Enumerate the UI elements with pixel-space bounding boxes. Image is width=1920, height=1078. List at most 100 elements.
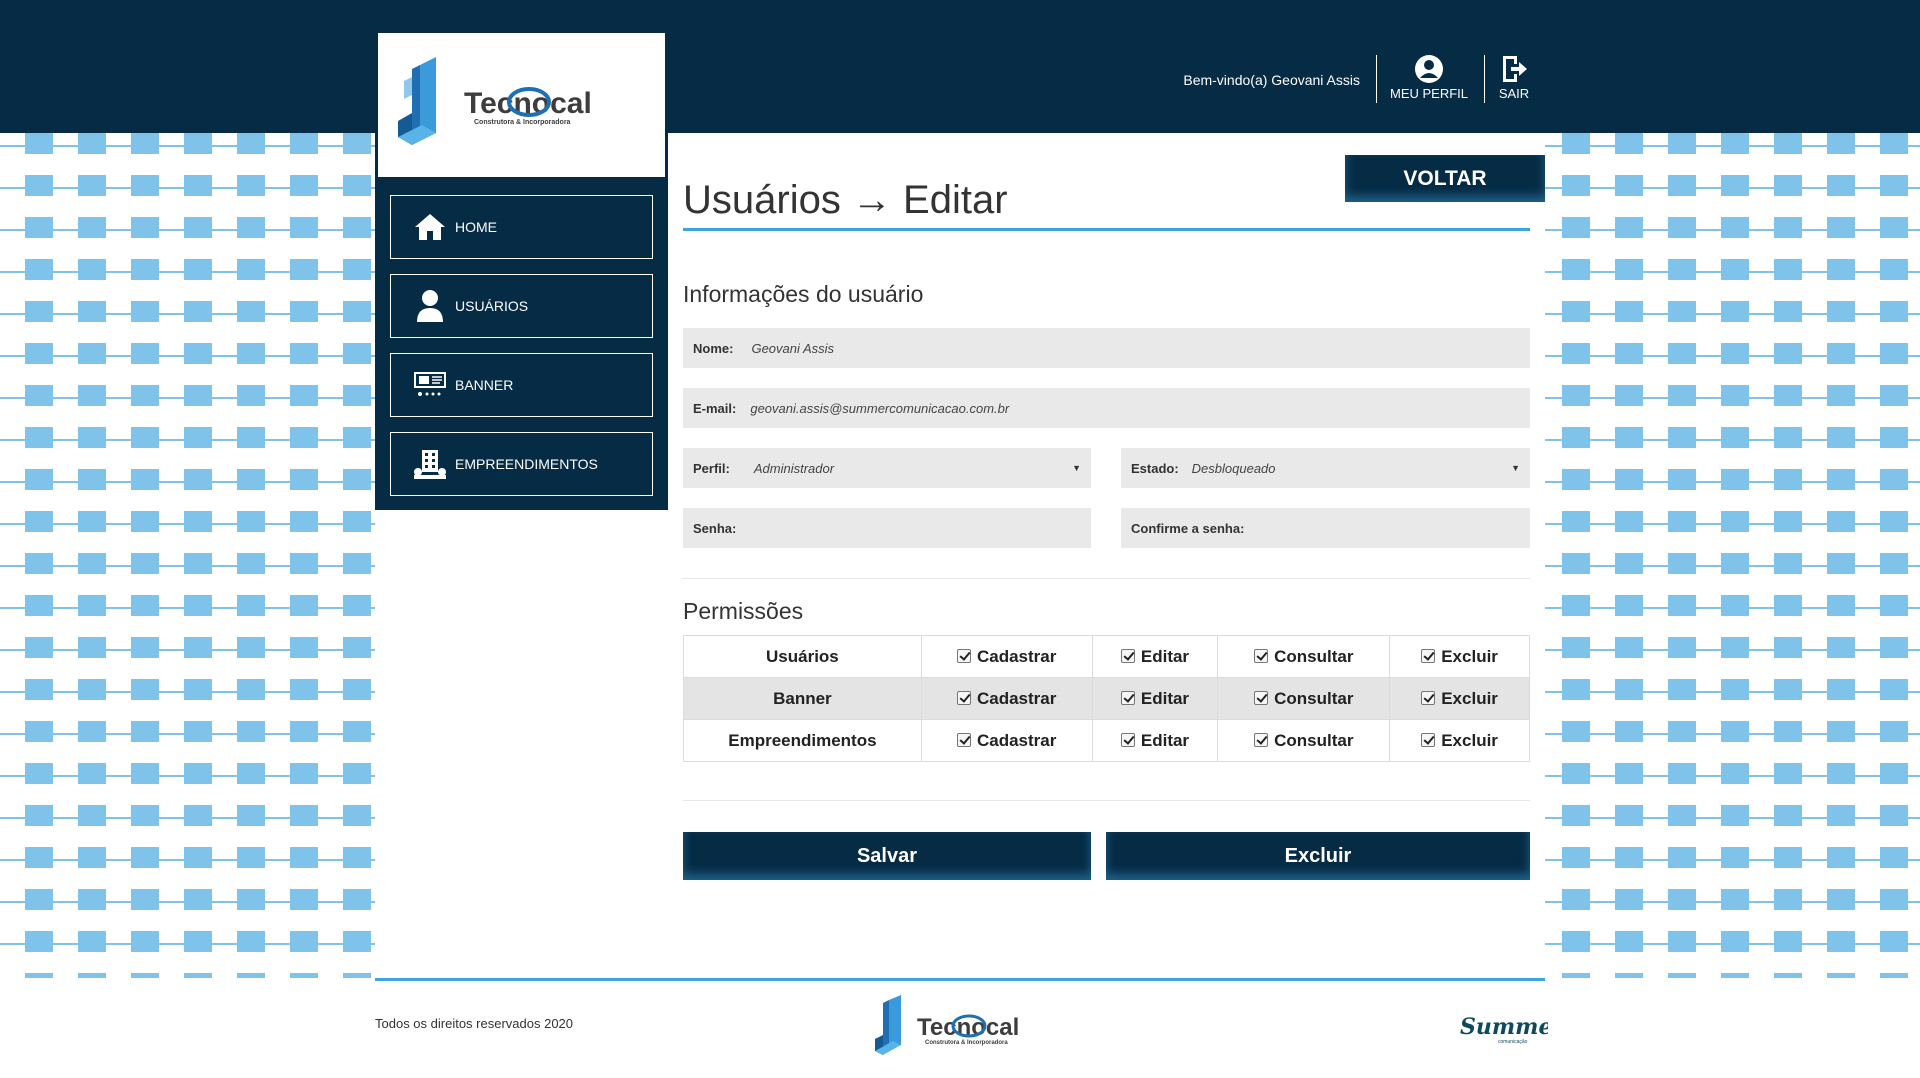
permission-consultar[interactable]: Consultar	[1217, 635, 1391, 678]
summer-logo-mark: Summer comunicação	[1460, 1014, 1565, 1045]
permission-label: Editar	[1140, 688, 1190, 708]
permission-excluir[interactable]: Excluir	[1389, 719, 1530, 762]
sidebar-item-label: HOME	[455, 219, 497, 235]
logout-label: SAIR	[1498, 86, 1530, 101]
title-divider	[683, 228, 1530, 231]
building-icon	[405, 444, 455, 484]
name-field[interactable]: Nome: Geovani Assis	[683, 328, 1530, 368]
checkbox-checked[interactable]	[1120, 648, 1135, 663]
checkbox-checked[interactable]	[956, 690, 971, 705]
header-divider	[1376, 55, 1377, 103]
permission-label: Excluir	[1441, 688, 1498, 708]
checkbox-checked[interactable]	[1254, 732, 1269, 747]
checkbox-checked[interactable]	[956, 732, 971, 747]
password-label: Senha:	[693, 520, 737, 536]
welcome-text: Bem-vindo(a) Geovani Assis	[1183, 72, 1360, 88]
permission-cadastrar[interactable]: Cadastrar	[920, 635, 1093, 678]
home-icon	[405, 207, 455, 247]
page-title: Usuários → Editar	[683, 178, 1008, 222]
permission-label: Editar	[1140, 646, 1190, 666]
confirm-password-field[interactable]: Confirme a senha:	[1121, 508, 1530, 548]
perfil-select[interactable]: Perfil: Administrador ▼	[683, 448, 1091, 488]
checkbox-checked[interactable]	[1254, 648, 1269, 663]
tecnocal-logo: Tecnocal Construtora & Incorporadora	[398, 57, 592, 145]
profile-label: MEU PERFIL	[1389, 86, 1468, 101]
email-field[interactable]: E-mail: geovani.assis@summercomunicacao.…	[683, 388, 1530, 428]
permission-module-name: Empreendimentos	[683, 719, 922, 762]
permission-label: Consultar	[1274, 688, 1354, 708]
header-divider	[1484, 55, 1485, 103]
permission-label: Consultar	[1274, 730, 1354, 750]
section-divider	[683, 578, 1530, 579]
perfil-label: Perfil:	[693, 460, 730, 476]
section-divider	[683, 800, 1530, 801]
footer-logo-tagline: Construtora & Incorporadora	[925, 1040, 1008, 1046]
permission-editar[interactable]: Editar	[1091, 635, 1219, 678]
permission-label: Cadastrar	[976, 730, 1057, 750]
summer-logo-text: Summer	[1460, 1014, 1548, 1040]
profile-button[interactable]: MEU PERFIL	[1388, 54, 1470, 101]
sidebar-item-home[interactable]: HOME	[390, 195, 653, 259]
permission-cadastrar[interactable]: Cadastrar	[920, 719, 1093, 762]
name-value: Geovani Assis	[751, 340, 835, 356]
back-button[interactable]: VOLTAR	[1345, 155, 1545, 202]
summer-logo-tagline: comunicação	[1498, 1039, 1528, 1045]
checkbox-checked[interactable]	[1120, 732, 1135, 747]
footer-divider	[375, 978, 1545, 981]
delete-button[interactable]: Excluir	[1106, 832, 1530, 880]
permission-editar[interactable]: Editar	[1091, 677, 1219, 720]
permission-excluir[interactable]: Excluir	[1389, 635, 1530, 678]
top-header-bar	[0, 0, 1920, 133]
checkbox-checked[interactable]	[1120, 690, 1135, 705]
checkbox-checked[interactable]	[1254, 690, 1269, 705]
sidebar-item-label: EMPREENDIMENTOS	[455, 456, 598, 472]
copyright-text: Todos os direitos reservados 2020	[375, 1016, 574, 1031]
checkbox-checked[interactable]	[956, 648, 971, 663]
banner-icon	[405, 365, 455, 405]
permission-cadastrar[interactable]: Cadastrar	[920, 677, 1093, 720]
permission-label: Editar	[1140, 730, 1190, 750]
chevron-down-icon: ▼	[1511, 463, 1520, 473]
checkbox-checked[interactable]	[1421, 732, 1436, 747]
permission-consultar[interactable]: Consultar	[1217, 719, 1391, 762]
password-field[interactable]: Senha:	[683, 508, 1091, 548]
estado-select[interactable]: Estado: Desbloqueado ▼	[1121, 448, 1530, 488]
sidebar-item-banner[interactable]: BANNER	[390, 353, 653, 417]
permission-label: Cadastrar	[976, 646, 1057, 666]
checkbox-checked[interactable]	[1421, 690, 1436, 705]
permission-module-name: Banner	[683, 677, 922, 720]
table-row: Empreendimentos Cadastrar Editar Consult…	[683, 719, 1530, 762]
permission-editar[interactable]: Editar	[1091, 719, 1219, 762]
checkbox-checked[interactable]	[1421, 648, 1436, 663]
name-label: Nome:	[693, 340, 734, 356]
logo-tagline: Construtora & Incorporadora	[474, 119, 571, 126]
footer-logo: Tecnocal Construtora & Incorporadora	[873, 995, 1048, 1063]
permission-label: Consultar	[1274, 646, 1354, 666]
tecnocal-logo: Tecnocal Construtora & Incorporadora	[875, 995, 1019, 1055]
permission-label: Excluir	[1441, 646, 1498, 666]
table-row: Usuários Cadastrar Editar Consultar Excl…	[683, 635, 1530, 678]
permission-consultar[interactable]: Consultar	[1217, 677, 1391, 720]
table-row: Banner Cadastrar Editar Consultar Exclui…	[683, 677, 1530, 720]
logout-icon	[1503, 56, 1527, 82]
user-circle-icon	[1415, 55, 1443, 83]
chevron-down-icon: ▼	[1072, 463, 1081, 473]
perfil-value: Administrador	[753, 460, 835, 476]
estado-label: Estado:	[1131, 460, 1179, 476]
confirm-password-label: Confirme a senha:	[1131, 520, 1245, 536]
user-info-title: Informações do usuário	[683, 281, 924, 307]
logout-button[interactable]: SAIR	[1494, 54, 1534, 101]
permission-module-name: Usuários	[683, 635, 922, 678]
sidebar-item-empreendimentos[interactable]: EMPREENDIMENTOS	[390, 432, 653, 496]
sidebar-item-usuarios[interactable]: USUÁRIOS	[390, 274, 653, 338]
permissions-table: Usuários Cadastrar Editar Consultar Excl…	[683, 635, 1530, 762]
permissions-title: Permissões	[683, 598, 804, 624]
email-label: E-mail:	[693, 400, 737, 416]
save-button[interactable]: Salvar	[683, 832, 1091, 880]
logo-box[interactable]: Tecnocal Construtora & Incorporadora	[378, 33, 665, 177]
permission-excluir[interactable]: Excluir	[1389, 677, 1530, 720]
permission-label: Excluir	[1441, 730, 1498, 750]
email-value: geovani.assis@summercomunicacao.com.br	[750, 400, 1010, 416]
sidebar-item-label: USUÁRIOS	[455, 298, 529, 314]
sidebar-item-label: BANNER	[455, 377, 514, 393]
